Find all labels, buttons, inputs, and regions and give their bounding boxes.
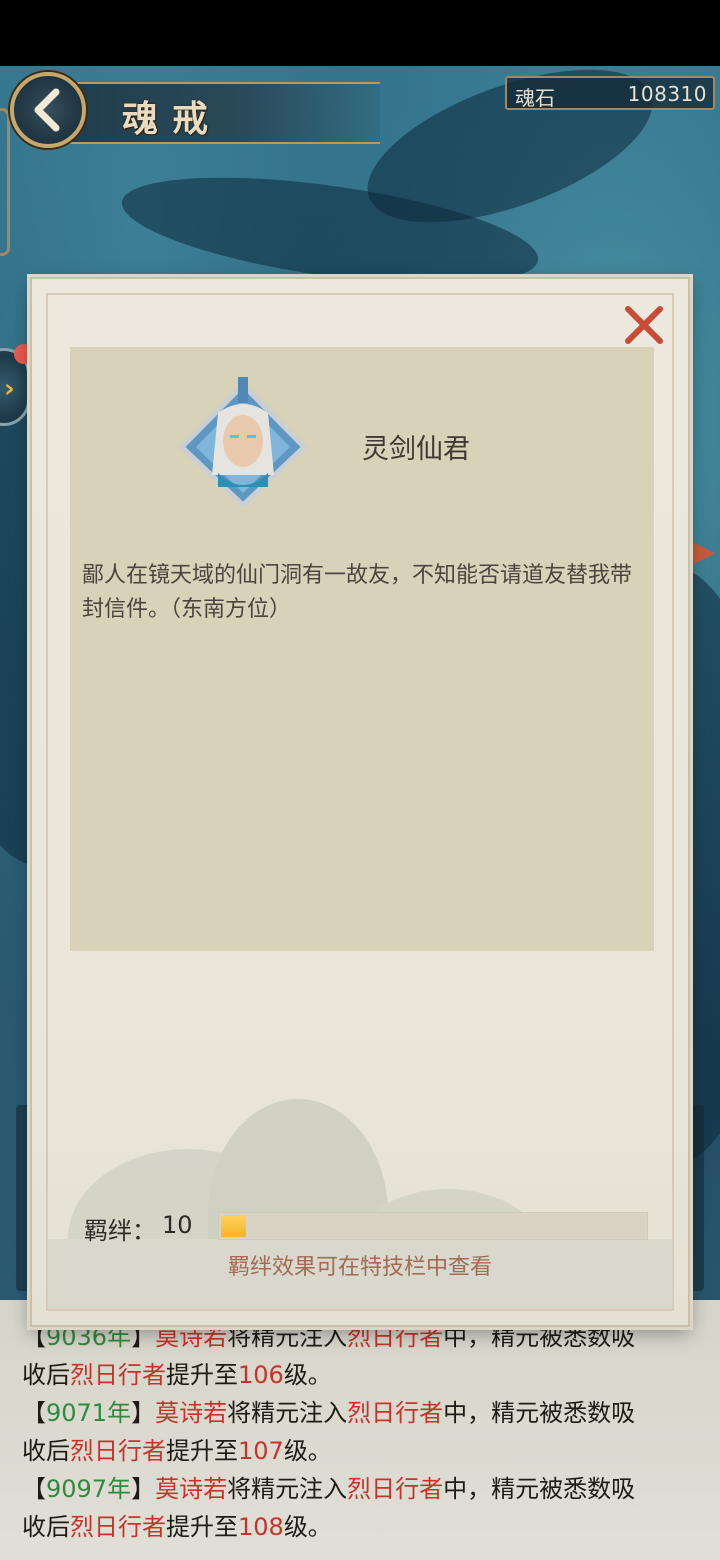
bond-label: 羁绊： (84, 1217, 156, 1245)
npc-portrait (178, 377, 308, 509)
close-x-icon (625, 306, 663, 344)
top-bar: 魂戒 魂石 108310 (0, 68, 720, 256)
chevron-left-icon (34, 88, 60, 132)
log-line: 收后烈日行者提升至106级。 (22, 1361, 332, 1389)
currency-display: 魂石 108310 (505, 76, 715, 110)
close-button[interactable] (618, 299, 670, 351)
currency-label: 魂石 (515, 86, 555, 110)
page-title: 魂戒 (122, 98, 223, 140)
bond-hint: 羁绊效果可在特技栏中查看 (227, 1255, 492, 1280)
back-button[interactable] (10, 72, 86, 148)
status-bar (0, 0, 720, 66)
log-line: 【9071年】莫诗若将精元注入烈日行者中，精元被悉数吸 (22, 1399, 636, 1427)
log-line: 收后烈日行者提升至107级。 (22, 1437, 332, 1465)
arrow-right-icon: ▶ (692, 534, 716, 569)
bond-progress-fill (221, 1215, 247, 1237)
dialog-content: 灵剑仙君 鄙人在镜天域的仙门洞有一故友，不知能否请道友替我带封信件。（东南方位） (70, 347, 654, 951)
dialog-message: 鄙人在镜天域的仙门洞有一故友，不知能否请道友替我带封信件。（东南方位） (82, 563, 633, 622)
log-line: 【9097年】莫诗若将精元注入烈日行者中，精元被悉数吸 (22, 1475, 636, 1503)
bond-value: 10 (162, 1211, 193, 1239)
event-log: 【9036年】莫诗若将精元注入烈日行者中，精元被悉数吸 收后烈日行者提升至106… (22, 1318, 702, 1546)
npc-dialog-modal: 灵剑仙君 鄙人在镜天域的仙门洞有一故友，不知能否请道友替我带封信件。（东南方位）… (30, 277, 690, 1327)
npc-name: 灵剑仙君 (362, 434, 470, 465)
bond-progress-bar (218, 1212, 648, 1240)
bond-row: 羁绊： 10 (84, 1209, 654, 1245)
side-tab (0, 108, 10, 256)
currency-value: 108310 (627, 82, 707, 106)
log-line: 收后烈日行者提升至108级。 (22, 1513, 332, 1541)
arrow-right-icon: › (4, 374, 15, 404)
portrait-icon (178, 377, 308, 509)
